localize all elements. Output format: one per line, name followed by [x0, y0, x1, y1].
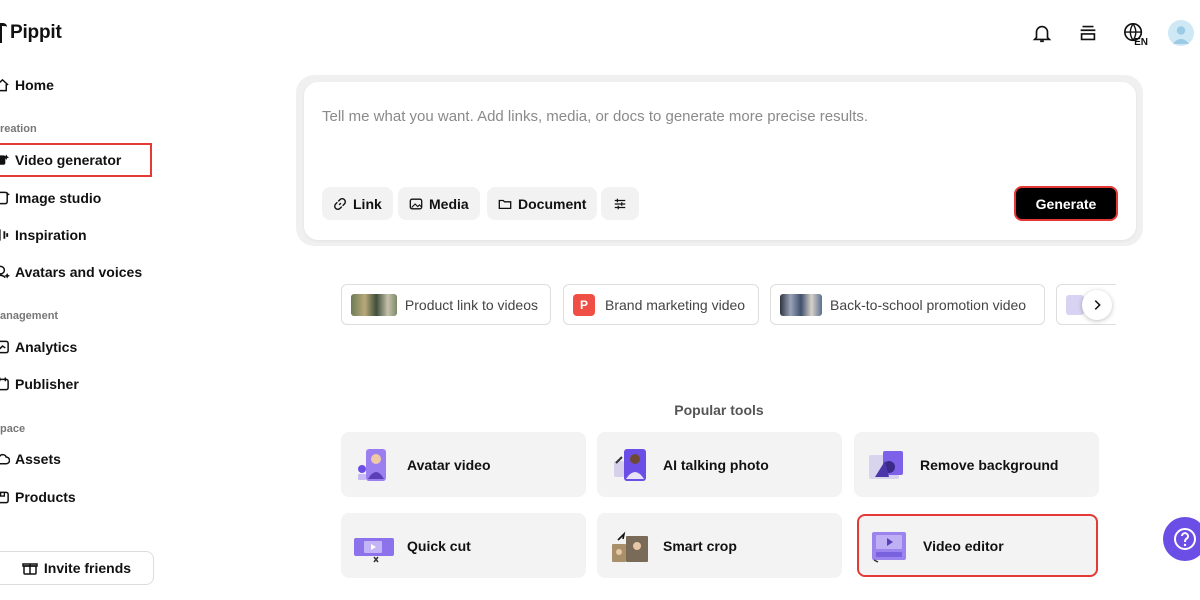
sidebar-item-label: Inspiration — [15, 227, 87, 243]
app-name: Pippit — [10, 22, 62, 43]
prompt-box: Tell me what you want. Add links, media,… — [304, 82, 1136, 240]
sidebar-item-assets[interactable]: Assets — [0, 442, 152, 476]
tool-remove-background[interactable]: Remove background — [854, 432, 1099, 497]
video-editor-icon — [870, 528, 910, 564]
sidebar-item-publisher[interactable]: Publisher — [0, 367, 152, 401]
chart-icon — [0, 340, 10, 354]
avatar-sparkle-icon — [0, 265, 10, 279]
document-label: Document — [518, 195, 587, 212]
sidebar-item-avatars-voices[interactable]: Avatars and voices — [0, 255, 152, 289]
bell-icon — [1032, 25, 1052, 43]
tool-label: Avatar video — [407, 456, 491, 473]
image-icon — [0, 191, 10, 205]
sidebar: Pippit Home reation Video generator Imag… — [0, 0, 170, 600]
suggestion-thumbnail — [780, 293, 822, 316]
sidebar-item-label: Products — [15, 489, 76, 505]
media-button[interactable]: Media — [398, 187, 480, 220]
notifications-button[interactable] — [1030, 20, 1054, 46]
user-icon — [1172, 26, 1190, 44]
link-button[interactable]: Link — [322, 187, 393, 220]
tool-label: Smart crop — [663, 537, 737, 554]
avatar-video-icon — [354, 447, 394, 483]
sidebar-item-label: Analytics — [15, 339, 78, 355]
app-logo[interactable]: Pippit — [0, 22, 62, 44]
settings-button[interactable] — [601, 187, 639, 220]
remove-background-icon — [867, 447, 907, 483]
document-button[interactable]: Document — [487, 187, 598, 220]
tool-video-editor[interactable]: Video editor — [857, 514, 1098, 577]
suggestions-next-button[interactable] — [1082, 290, 1112, 320]
user-avatar[interactable] — [1168, 20, 1194, 46]
sidebar-item-label: Avatars and voices — [15, 264, 143, 280]
sidebar-item-inspiration[interactable]: Inspiration — [0, 218, 152, 252]
language-code: EN — [1134, 37, 1148, 48]
popular-tools-title: Popular tools — [674, 402, 764, 418]
tool-label: Remove background — [920, 456, 1059, 473]
suggestion-back-to-school[interactable]: Back-to-school promotion video — [770, 284, 1045, 325]
generate-button[interactable]: Generate — [1014, 186, 1118, 221]
link-icon — [334, 197, 346, 210]
suggestion-product-link[interactable]: Product link to videos — [341, 284, 551, 325]
calendar-icon — [0, 377, 10, 391]
quick-cut-icon — [354, 528, 394, 564]
invite-friends-button[interactable]: Invite friends — [0, 551, 154, 585]
box-icon — [0, 490, 10, 504]
brand-badge: P — [573, 293, 595, 316]
suggestion-brand-marketing[interactable]: P Brand marketing video — [563, 284, 759, 325]
lightbulb-icon — [0, 228, 10, 242]
sidebar-item-label: Assets — [15, 451, 61, 467]
prompt-input[interactable]: Tell me what you want. Add links, media,… — [322, 108, 868, 125]
suggestion-thumbnail — [351, 293, 397, 316]
sidebar-item-label: Video generator — [15, 152, 122, 168]
sidebar-item-label: Publisher — [15, 376, 79, 392]
tool-avatar-video[interactable]: Avatar video — [341, 432, 586, 497]
tool-label: Quick cut — [407, 537, 471, 554]
help-button[interactable] — [1163, 517, 1200, 561]
suggestion-label: Back-to-school promotion video — [830, 296, 1027, 313]
stack-button[interactable] — [1076, 20, 1100, 46]
video-sparkle-icon — [0, 153, 10, 167]
folder-icon — [498, 199, 512, 209]
tool-label: AI talking photo — [663, 456, 769, 473]
sidebar-item-label: Image studio — [15, 190, 102, 206]
sidebar-item-home[interactable]: Home — [0, 68, 152, 102]
smart-crop-icon — [610, 528, 650, 564]
tool-label: Video editor — [923, 537, 1004, 554]
section-label-management: anagement — [0, 310, 59, 322]
media-label: Media — [429, 195, 469, 212]
sidebar-item-analytics[interactable]: Analytics — [0, 330, 152, 364]
gift-icon — [22, 563, 38, 575]
tool-quick-cut[interactable]: Quick cut — [341, 513, 586, 578]
chevron-right-icon — [1094, 300, 1101, 310]
question-icon — [1174, 528, 1196, 550]
image-icon — [409, 198, 423, 209]
section-label-space: pace — [0, 423, 26, 435]
top-bar: EN — [1030, 20, 1194, 48]
sidebar-item-label: Home — [15, 77, 54, 93]
pippit-logo-icon — [0, 23, 7, 43]
sidebar-item-products[interactable]: Products — [0, 480, 152, 514]
cloud-icon — [0, 452, 10, 466]
home-icon — [0, 78, 10, 92]
language-button[interactable]: EN — [1122, 20, 1148, 48]
section-label-creation: reation — [0, 123, 37, 135]
sidebar-item-image-studio[interactable]: Image studio — [0, 181, 152, 215]
invite-label: Invite friends — [43, 560, 132, 576]
suggestion-label: Product link to videos — [404, 296, 538, 313]
talking-photo-icon — [610, 447, 650, 483]
suggestion-label: Brand marketing video — [605, 296, 746, 313]
link-label: Link — [353, 195, 382, 212]
sliders-icon — [614, 198, 626, 209]
tool-smart-crop[interactable]: Smart crop — [597, 513, 842, 578]
layers-icon — [1080, 25, 1096, 41]
sidebar-item-video-generator[interactable]: Video generator — [0, 143, 152, 177]
tool-ai-talking-photo[interactable]: AI talking photo — [597, 432, 842, 497]
